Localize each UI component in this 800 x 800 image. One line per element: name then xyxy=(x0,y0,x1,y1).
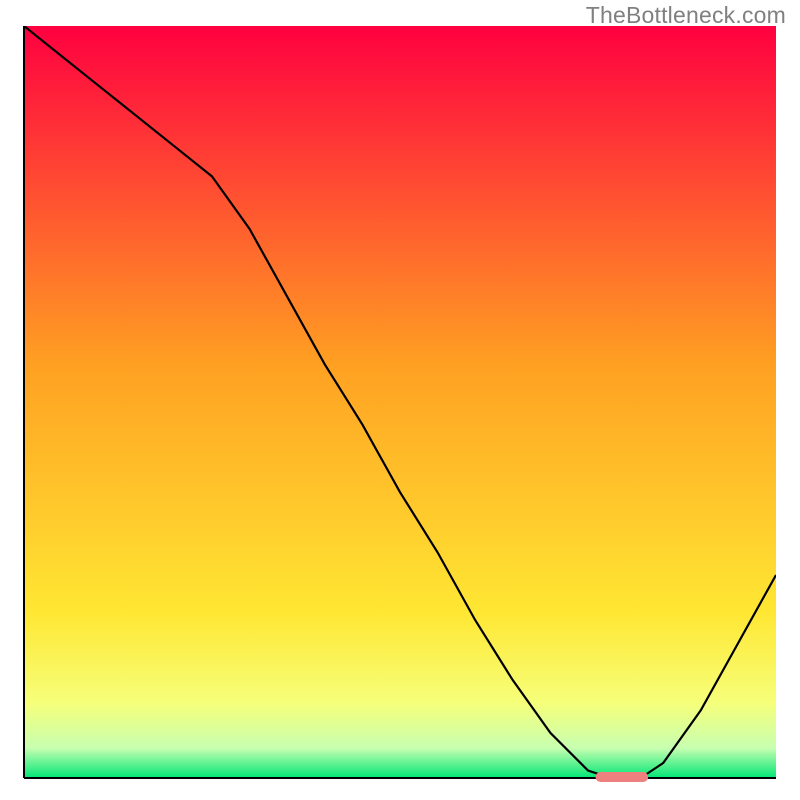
bottleneck-chart xyxy=(0,0,800,800)
optimal-marker xyxy=(596,772,649,782)
chart-container: TheBottleneck.com xyxy=(0,0,800,800)
plot-background xyxy=(24,26,776,778)
watermark-text: TheBottleneck.com xyxy=(586,2,786,29)
